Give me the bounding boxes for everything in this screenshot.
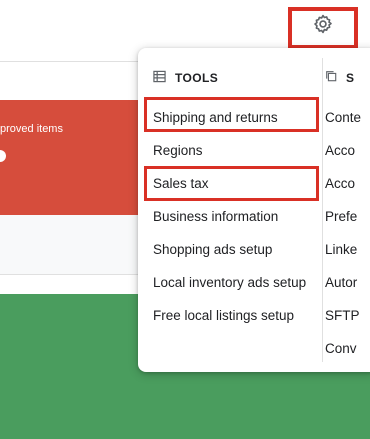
menu-item-preferences[interactable]: Prefe [325,209,357,224]
sales-tax-highlight-box [144,166,319,201]
copy-icon [325,70,337,85]
menu-item-business-information[interactable]: Business information [153,209,278,224]
menu-item-local-inventory-ads-setup[interactable]: Local inventory ads setup [153,275,306,290]
table-icon [153,70,166,86]
menu-item-conversion[interactable]: Conv [325,341,357,356]
menu-item-automatic[interactable]: Autor [325,275,357,290]
tools-section-title: TOOLS [175,71,219,85]
menu-item-linked[interactable]: Linke [325,242,357,257]
menu-item-account-a[interactable]: Acco [325,143,355,158]
menu-column-divider [322,58,323,362]
menu-item-content[interactable]: Conte [325,110,361,125]
menu-item-sftp[interactable]: SFTP [325,308,360,323]
settings-highlight-box [288,7,358,49]
second-section-header: S [325,70,354,85]
menu-item-free-local-listings-setup[interactable]: Free local listings setup [153,308,294,323]
disapproved-items-label: proved items [0,123,63,135]
tools-section-header: TOOLS [153,70,218,86]
menu-item-shopping-ads-setup[interactable]: Shopping ads setup [153,242,272,257]
menu-item-regions[interactable]: Regions [153,143,203,158]
tools-settings-menu: TOOLS S Shipping and returns Regions Sal… [138,48,370,372]
menu-item-account-b[interactable]: Acco [325,176,355,191]
shipping-highlight-box [144,97,319,132]
second-section-title: S [346,70,355,85]
